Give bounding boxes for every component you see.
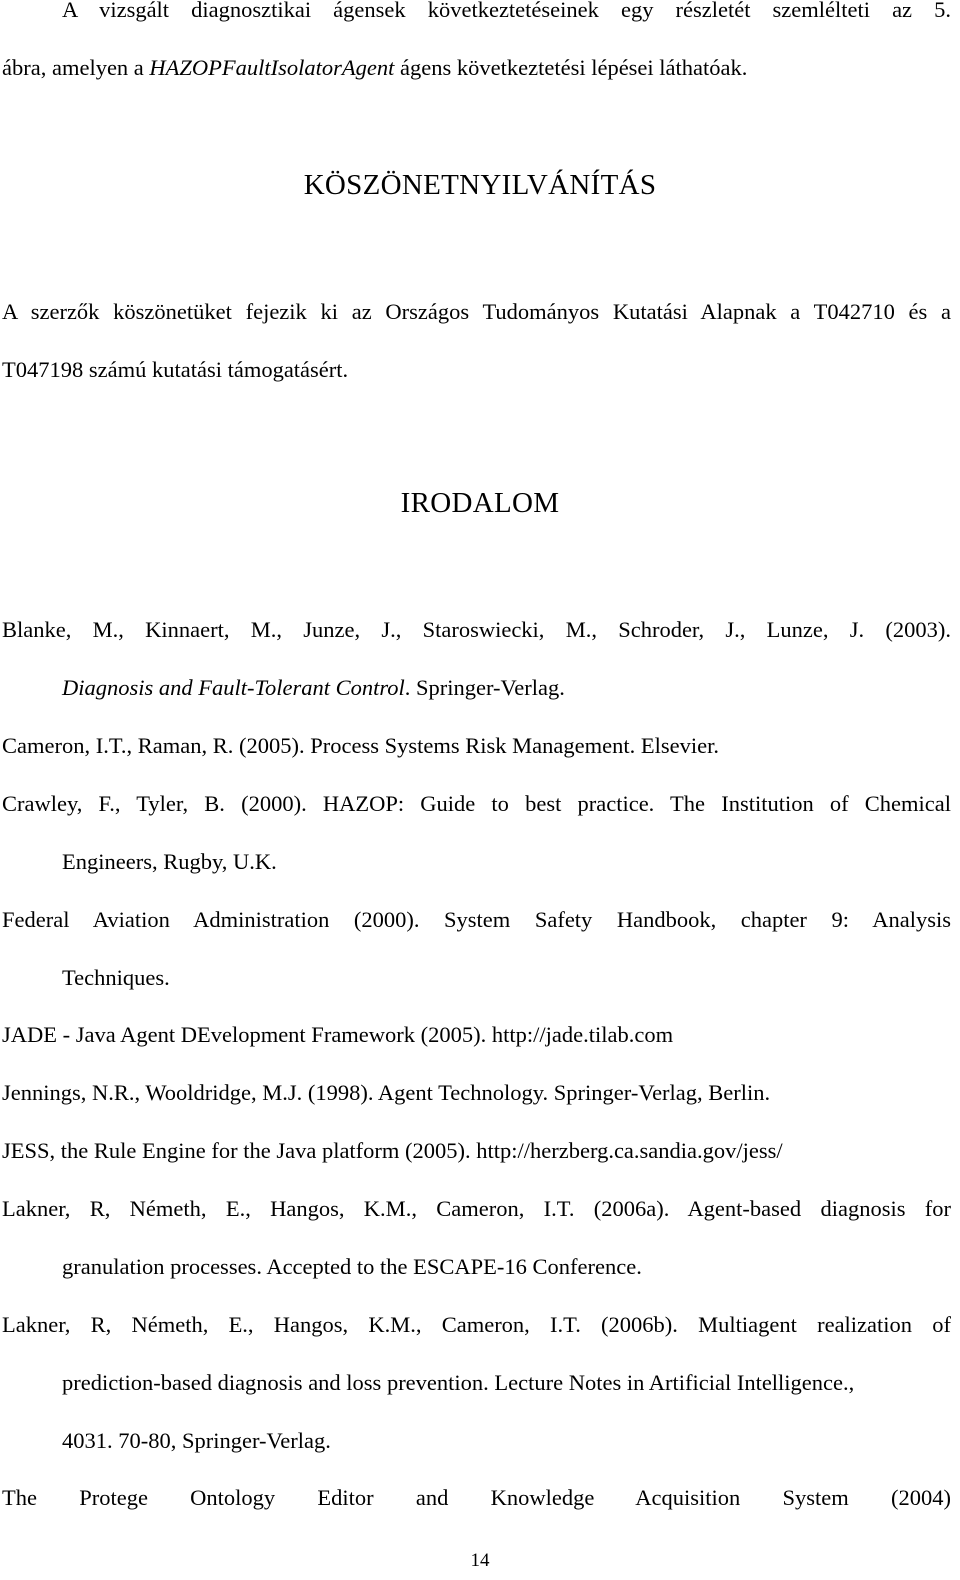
reference-blanke-line-2: Diagnosis and Fault-Tolerant Control. Sp… bbox=[62, 674, 951, 702]
reference-jess: JESS, the Rule Engine for the Java platf… bbox=[2, 1138, 783, 1163]
reference-lakner-2006b-line-3: 4031. 70-80, Springer-Verlag. bbox=[62, 1428, 331, 1453]
acknowledgement-line-2: T047198 számú kutatási támogatásért. bbox=[2, 357, 349, 382]
references-heading: IRODALOM bbox=[400, 487, 560, 519]
reference-lakner-2006b-line-2: prediction-based diagnosis and loss prev… bbox=[62, 1370, 855, 1395]
reference-blanke-title: Diagnosis and Fault-Tolerant Control bbox=[62, 675, 405, 700]
intro-line-1: A vizsgált diagnosztikai ágensek követke… bbox=[62, 0, 951, 22]
reference-faa-line-2: Techniques. bbox=[62, 965, 170, 990]
reference-lakner-2006b-line-1: Lakner, R, Németh, E., Hangos, K.M., Cam… bbox=[2, 1312, 951, 1337]
reference-faa-line-1: Federal Aviation Administration (2000). … bbox=[2, 907, 951, 932]
page-number: 14 bbox=[470, 1550, 490, 1571]
acknowledgement-heading: KÖSZÖNETNYILVÁNÍTÁS bbox=[303, 169, 657, 201]
intro-line-2-text: ábra, amelyen a bbox=[2, 55, 150, 80]
reference-protege: The Protege Ontology Editor and Knowledg… bbox=[2, 1485, 951, 1510]
intro-line-2-tail: ágens következtetési lépései láthatóak. bbox=[394, 55, 748, 80]
reference-cameron: Cameron, I.T., Raman, R. (2005). Process… bbox=[2, 733, 719, 758]
agent-name-italic: HAZOPFaultIsolatorAgent bbox=[149, 55, 395, 80]
reference-lakner-2006a-line-1: Lakner, R, Németh, E., Hangos, K.M., Cam… bbox=[2, 1196, 951, 1221]
acknowledgement-line-1: A szerzők köszönetüket fejezik ki az Ors… bbox=[2, 299, 951, 324]
reference-crawley-line-1: Crawley, F., Tyler, B. (2000). HAZOP: Gu… bbox=[2, 791, 951, 816]
reference-jade: JADE - Java Agent DEvelopment Framework … bbox=[2, 1022, 674, 1047]
reference-jennings: Jennings, N.R., Wooldridge, M.J. (1998).… bbox=[2, 1080, 771, 1105]
reference-blanke-publisher: . Springer-Verlag. bbox=[404, 675, 565, 700]
reference-blanke-line-1: Blanke, M., Kinnaert, M., Junze, J., Sta… bbox=[2, 617, 951, 642]
reference-lakner-2006a-line-2: granulation processes. Accepted to the E… bbox=[62, 1254, 642, 1279]
reference-crawley-line-2: Engineers, Rugby, U.K. bbox=[62, 849, 277, 874]
intro-line-2: ábra, amelyen a HAZOPFaultIsolatorAgent … bbox=[2, 54, 951, 82]
